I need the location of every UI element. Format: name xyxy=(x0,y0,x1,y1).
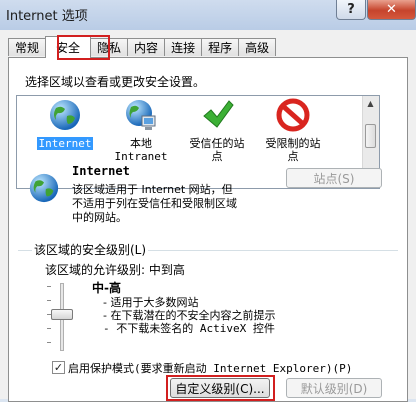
zone-label: 受限制的站 点 xyxy=(265,137,321,163)
tab-privacy[interactable]: 隐私 xyxy=(90,38,129,56)
selected-zone-globe-icon xyxy=(29,173,59,203)
zone-trusted-sites[interactable]: 受信任的站 点 xyxy=(179,98,255,163)
sites-button[interactable]: 站点(S) xyxy=(286,168,382,188)
slider-tick xyxy=(47,342,51,343)
globe-icon xyxy=(50,100,80,130)
slider-tick xyxy=(47,300,51,301)
tab-programs[interactable]: 程序 xyxy=(201,38,240,56)
zone-label: 本地 Intranet xyxy=(114,137,168,163)
zone-restricted-sites[interactable]: 受限制的站 点 xyxy=(255,98,331,163)
default-level-button[interactable]: 默认级别(D) xyxy=(286,378,382,398)
security-slider-thumb[interactable] xyxy=(51,309,73,320)
selected-zone-description: 该区域适用于 Internet 网站，但 不适用于列在受信任和受限制区域 中的网… xyxy=(72,183,237,224)
window-title: Internet 选项 xyxy=(6,9,88,24)
zone-label: 受信任的站 点 xyxy=(189,137,245,163)
local-intranet-icon xyxy=(126,100,156,130)
scroll-up-icon[interactable]: ▲ xyxy=(363,96,378,111)
tab-strip: 常规 安全 隐私 内容 连接 程序 高级 xyxy=(8,36,277,58)
custom-level-button[interactable]: 自定义级别(C)... xyxy=(170,378,270,398)
title-bar: Internet 选项 ? ✕ xyxy=(0,0,416,30)
tab-security[interactable]: 安全 xyxy=(45,36,92,58)
selected-zone-name: Internet xyxy=(72,164,130,178)
checkmark-icon xyxy=(203,100,234,128)
tab-content[interactable]: 内容 xyxy=(127,38,166,56)
close-button[interactable]: ✕ xyxy=(367,0,416,20)
tab-connections[interactable]: 连接 xyxy=(164,38,203,56)
slider-tick xyxy=(47,286,51,287)
no-entry-icon xyxy=(276,98,310,132)
zone-label: Internet xyxy=(36,137,94,150)
scroll-thumb[interactable] xyxy=(365,124,376,148)
internet-options-dialog: 常规 安全 隐私 内容 连接 程序 高级 选择区域以查看或更改安全设置。 Int… xyxy=(0,30,416,402)
security-level-title: 该区域的安全级别(L) xyxy=(32,241,149,258)
zone-prompt: 选择区域以查看或更改安全设置。 xyxy=(25,75,206,89)
help-button[interactable]: ? xyxy=(336,0,366,20)
tab-advanced[interactable]: 高级 xyxy=(238,38,277,56)
zone-local-intranet[interactable]: 本地 Intranet xyxy=(103,98,179,163)
protected-mode-checkbox[interactable]: ✓ xyxy=(52,361,65,374)
allowed-levels-text: 该区域的允许级别: 中到高 xyxy=(45,263,185,277)
protected-mode-label: 启用保护模式(要求重新启动 Internet Explorer)(P) xyxy=(68,362,353,375)
slider-tick xyxy=(47,328,51,329)
level-bullet: - 不下载未签名的 ActiveX 控件 xyxy=(103,322,275,335)
tab-general[interactable]: 常规 xyxy=(8,38,47,56)
zone-internet[interactable]: Internet xyxy=(27,98,103,150)
